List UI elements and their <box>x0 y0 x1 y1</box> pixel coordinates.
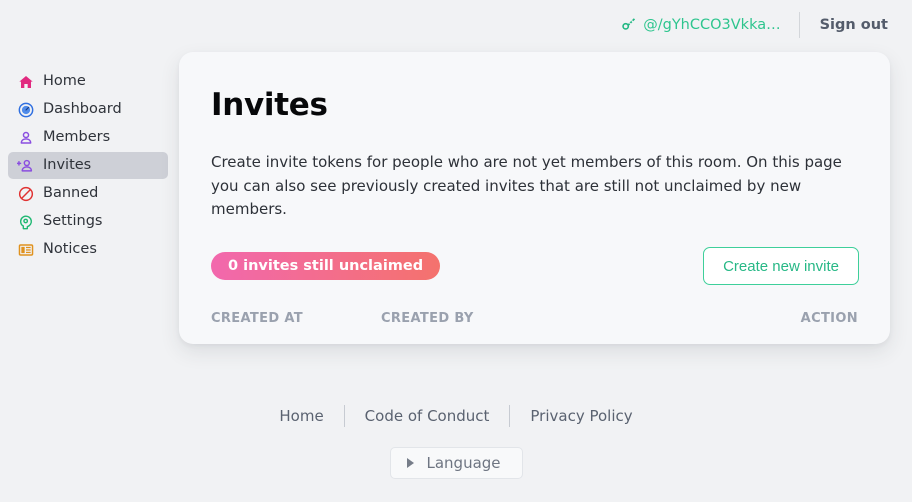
sidebar-item-banned[interactable]: Banned <box>8 180 168 207</box>
sidebar-item-home[interactable]: Home <box>8 68 168 95</box>
prohibition-icon <box>17 185 34 202</box>
sidebar-item-label: Invites <box>43 157 92 174</box>
user-add-icon <box>17 157 34 174</box>
footer-link-home[interactable]: Home <box>259 407 343 425</box>
sidebar-item-settings[interactable]: Settings <box>8 208 168 235</box>
unclaimed-invites-badge: 0 invites still unclaimed <box>211 252 441 281</box>
page-title: Invites <box>211 87 328 123</box>
sidebar-item-notices[interactable]: Notices <box>8 236 168 263</box>
create-new-invite-button[interactable]: Create new invite <box>703 247 859 286</box>
sidebar-item-label: Notices <box>43 241 97 258</box>
sign-out-button[interactable]: Sign out <box>800 17 888 33</box>
language-label: Language <box>426 454 501 472</box>
sidebar-item-label: Banned <box>43 185 99 202</box>
notice-board-icon <box>17 241 34 258</box>
footer-links: Home Code of Conduct Privacy Policy <box>0 405 912 427</box>
sidebar-item-label: Home <box>43 73 86 90</box>
footer-link-privacy-policy[interactable]: Privacy Policy <box>510 407 652 425</box>
sidebar: Home Dashboard Members Invites Banned Se… <box>0 68 176 263</box>
language-selector[interactable]: Language <box>389 447 523 479</box>
user-account-chip[interactable]: @/gYhCCO3Vkka… <box>621 16 798 35</box>
invites-table-header: CREATED AT CREATED BY ACTION <box>209 311 860 326</box>
action-row: 0 invites still unclaimed Create new inv… <box>209 247 860 286</box>
dashboard-icon <box>17 101 34 118</box>
sidebar-item-dashboard[interactable]: Dashboard <box>8 96 168 123</box>
sidebar-item-label: Members <box>43 129 111 146</box>
invites-card: Invites Create invite tokens for people … <box>179 52 890 344</box>
top-bar: @/gYhCCO3Vkka… Sign out <box>0 0 912 50</box>
key-icon <box>621 16 636 35</box>
column-header-created-at: CREATED AT <box>211 311 303 327</box>
footer-link-code-of-conduct[interactable]: Code of Conduct <box>345 407 510 425</box>
page-description: Create invite tokens for people who are … <box>211 153 842 219</box>
sidebar-item-invites[interactable]: Invites <box>8 152 168 179</box>
gear-head-icon <box>17 213 34 230</box>
house-icon <box>17 73 34 90</box>
username-label: @/gYhCCO3Vkka… <box>643 17 781 33</box>
triangle-right-icon <box>406 458 414 468</box>
column-header-created-by: CREATED BY <box>381 311 474 327</box>
sidebar-item-label: Settings <box>43 213 103 230</box>
sidebar-item-members[interactable]: Members <box>8 124 168 151</box>
user-icon <box>17 129 34 146</box>
column-header-action: ACTION <box>800 311 858 327</box>
language-selector-wrap: Language <box>0 447 912 479</box>
sidebar-item-label: Dashboard <box>43 101 122 118</box>
